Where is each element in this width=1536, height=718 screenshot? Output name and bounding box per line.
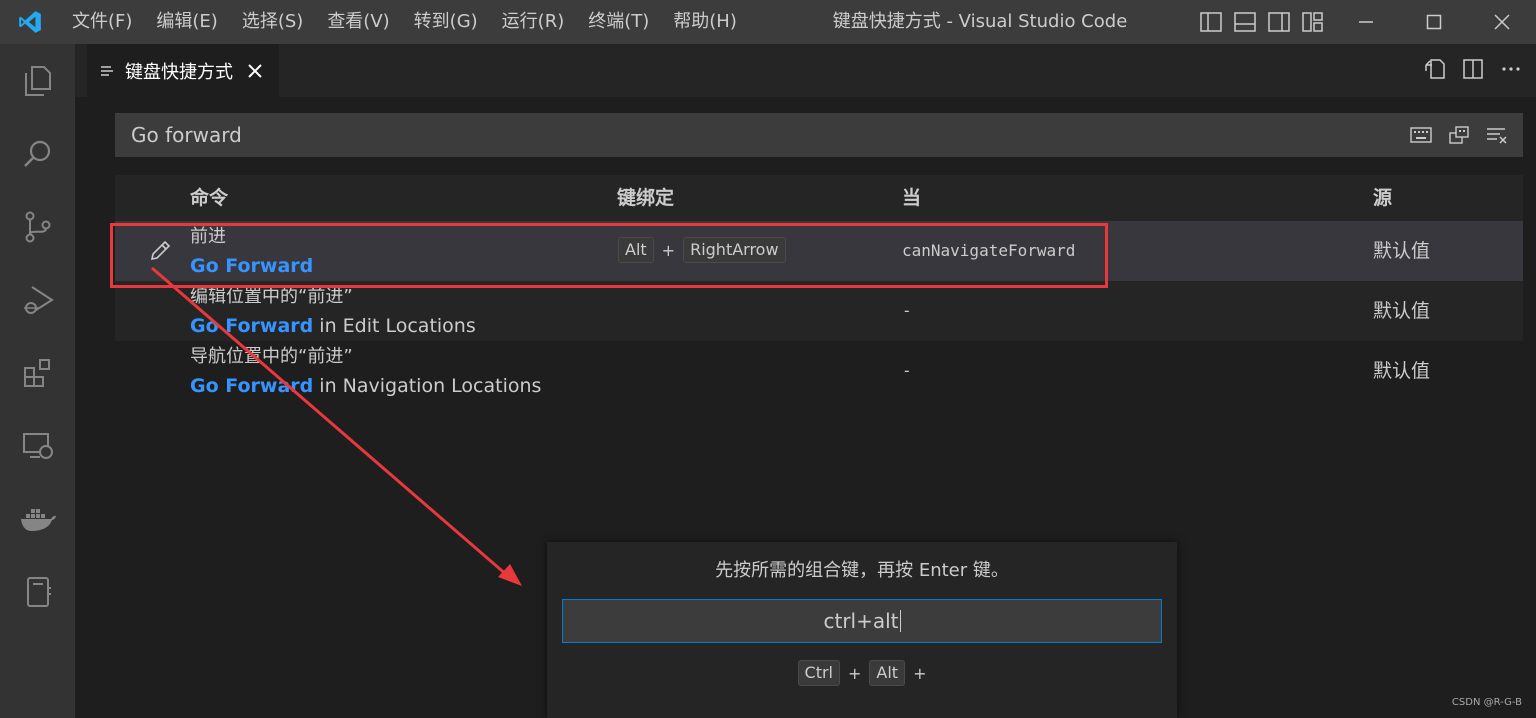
command-id: Go Forward in Navigation Locations (190, 371, 541, 401)
sort-by-precedence-icon[interactable] (1447, 123, 1471, 147)
key-label: Alt (618, 237, 654, 263)
docker-icon[interactable] (0, 482, 75, 555)
notebook-icon[interactable] (0, 555, 75, 628)
define-keybinding-input[interactable]: ctrl+alt (562, 599, 1162, 643)
table-row[interactable]: 编辑位置中的“前进” Go Forward in Edit Locations … (115, 281, 1523, 341)
clear-search-icon[interactable] (1485, 123, 1509, 147)
menu-run[interactable]: 运行(R) (490, 0, 577, 44)
minimize-icon[interactable] (1332, 0, 1400, 44)
run-debug-icon[interactable] (0, 263, 75, 336)
search-icon[interactable] (0, 117, 75, 190)
source-control-icon[interactable] (0, 190, 75, 263)
open-json-icon[interactable] (1422, 56, 1448, 82)
search-input-value: Go forward (131, 123, 242, 147)
command-match: Go Forward (190, 315, 314, 337)
source-cell: 默认值 (1373, 240, 1431, 262)
menu-help[interactable]: 帮助(H) (661, 0, 749, 44)
command-match: Go Forward (190, 255, 314, 277)
column-header-source[interactable]: 源 (1373, 175, 1392, 221)
menu-edit[interactable]: 编辑(E) (144, 0, 229, 44)
more-actions-icon[interactable] (1498, 56, 1524, 82)
command-cell: 导航位置中的“前进” Go Forward in Navigation Loca… (190, 343, 541, 401)
edit-keybinding-icon[interactable] (147, 238, 173, 264)
command-label: 前进 (190, 226, 226, 247)
close-window-icon[interactable] (1468, 0, 1536, 44)
define-keybinding-widget: 先按所需的组合键，再按 Enter 键。 ctrl+alt Ctrl + Alt… (547, 542, 1177, 718)
tab-actions (1422, 56, 1524, 82)
table-row[interactable]: 前进 Go Forward Alt + RightArrow canNaviga… (115, 221, 1523, 281)
remote-explorer-icon[interactable] (0, 409, 75, 482)
command-match: Go Forward (190, 375, 314, 397)
tab-keyboard-shortcuts[interactable]: 键盘快捷方式 (87, 44, 279, 97)
menu-view[interactable]: 查看(V) (315, 0, 401, 44)
command-cell: 编辑位置中的“前进” Go Forward in Edit Locations (190, 283, 476, 341)
when-cell: - (902, 361, 912, 380)
keybindings-search-input[interactable]: Go forward (115, 113, 1523, 157)
command-rest: in Edit Locations (313, 315, 476, 337)
maximize-icon[interactable] (1400, 0, 1468, 44)
column-header-when[interactable]: 当 (902, 175, 921, 221)
menu-terminal[interactable]: 终端(T) (576, 0, 661, 44)
customize-layout-icon[interactable] (1300, 9, 1326, 35)
when-cell: canNavigateForward (902, 241, 1076, 260)
key-label: Ctrl (797, 660, 840, 686)
menu-bar: 文件(F) 编辑(E) 选择(S) 查看(V) 转到(G) 运行(R) 终端(T… (60, 0, 749, 44)
key-label: RightArrow (683, 237, 786, 263)
column-header-keybinding[interactable]: 键绑定 (617, 175, 674, 221)
key-separator: + (847, 663, 862, 683)
tab-label: 键盘快捷方式 (125, 61, 233, 83)
define-keybinding-preview: Ctrl + Alt + (547, 660, 1177, 686)
define-keybinding-message: 先按所需的组合键，再按 Enter 键。 (715, 560, 1009, 581)
window-controls (1332, 0, 1536, 44)
define-keybinding-input-value: ctrl+alt (823, 609, 899, 633)
table-row[interactable]: 导航位置中的“前进” Go Forward in Navigation Loca… (115, 341, 1523, 401)
column-header-command[interactable]: 命令 (190, 175, 228, 221)
table-header: 命令 键绑定 当 源 (115, 175, 1523, 221)
source-cell: 默认值 (1373, 300, 1431, 322)
toggle-secondary-sidebar-icon[interactable] (1266, 9, 1292, 35)
menu-go[interactable]: 转到(G) (402, 0, 490, 44)
menu-file[interactable]: 文件(F) (60, 0, 144, 44)
tab-bar: 键盘快捷方式 (75, 44, 1536, 97)
text-caret (899, 610, 901, 632)
record-keys-icon[interactable] (1409, 123, 1433, 147)
key-label: Alt (869, 660, 906, 686)
command-id: Go Forward (190, 251, 313, 281)
when-cell: - (902, 301, 912, 320)
extensions-icon[interactable] (0, 336, 75, 409)
window-title: 键盘快捷方式 - Visual Studio Code (832, 11, 1128, 32)
title-bar: 文件(F) 编辑(E) 选择(S) 查看(V) 转到(G) 运行(R) 终端(T… (0, 0, 1536, 44)
source-cell: 默认值 (1373, 360, 1431, 382)
menu-selection[interactable]: 选择(S) (230, 0, 315, 44)
command-cell: 前进 Go Forward (190, 223, 313, 281)
command-rest: in Navigation Locations (313, 375, 542, 397)
watermark: CSDN @R-G-B (1451, 697, 1522, 708)
vscode-logo-icon (0, 0, 60, 44)
command-label: 编辑位置中的“前进” (190, 286, 353, 307)
command-id: Go Forward in Edit Locations (190, 311, 476, 341)
split-editor-icon[interactable] (1460, 56, 1486, 82)
toggle-panel-icon[interactable] (1232, 9, 1258, 35)
files-icon[interactable] (0, 44, 75, 117)
close-icon[interactable] (245, 61, 265, 81)
keyboard-shortcuts-tab-icon (101, 65, 113, 76)
toggle-primary-sidebar-icon[interactable] (1198, 9, 1224, 35)
key-separator: + (661, 240, 676, 260)
command-label: 导航位置中的“前进” (190, 346, 353, 367)
keybinding-cell: Alt + RightArrow (618, 237, 786, 263)
key-separator: + (913, 663, 927, 683)
layout-controls (1198, 0, 1326, 44)
activity-bar (0, 44, 75, 718)
search-actions (1409, 123, 1509, 147)
